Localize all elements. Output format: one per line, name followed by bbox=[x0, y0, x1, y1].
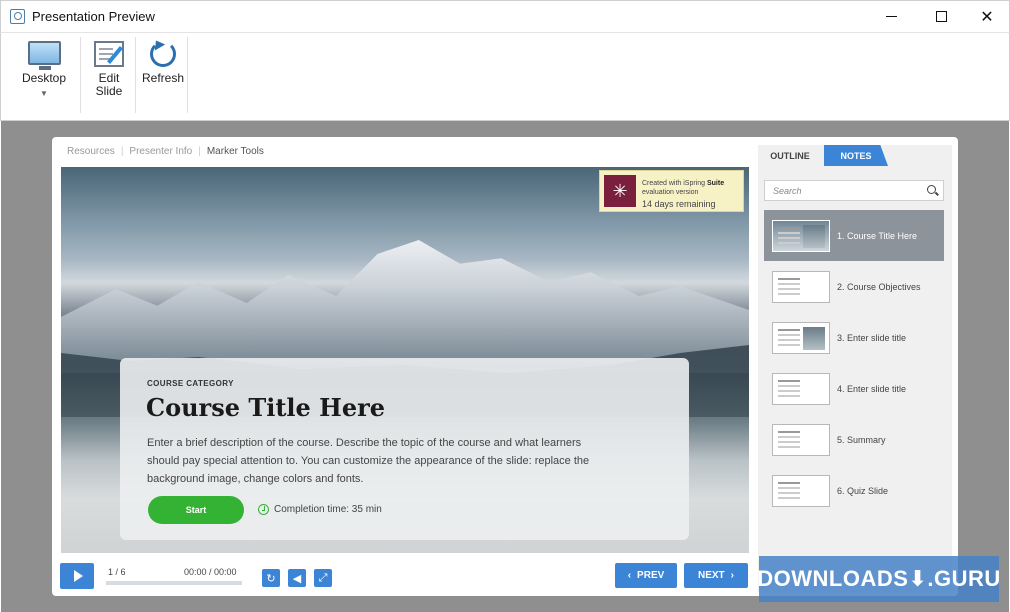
speaker-icon: ◀ bbox=[292, 572, 302, 585]
outline-item-label: 2. Course Objectives bbox=[837, 281, 921, 292]
slide-thumbnail bbox=[772, 321, 830, 354]
course-title: Course Title Here bbox=[146, 393, 386, 422]
clock-icon bbox=[258, 504, 269, 515]
next-button[interactable]: NEXT › bbox=[684, 563, 748, 588]
edit-label-2: Slide bbox=[95, 84, 123, 98]
downloads-guru-watermark: DOWNLOADS⬇.GURU bbox=[757, 556, 1000, 602]
tab-resources[interactable]: Resources bbox=[67, 146, 115, 157]
app-preview-icon bbox=[10, 9, 25, 24]
ribbon-divider bbox=[80, 37, 81, 113]
start-button[interactable]: Start bbox=[148, 496, 244, 524]
window-title: Presentation Preview bbox=[32, 9, 155, 24]
slide-counter: 1 / 6 bbox=[108, 567, 126, 577]
course-category: COURSE CATEGORY bbox=[147, 379, 234, 388]
maximize-button[interactable] bbox=[918, 1, 964, 32]
progress-bar[interactable] bbox=[106, 581, 242, 585]
refresh-icon bbox=[150, 41, 176, 67]
outline-item-label: 3. Enter slide title bbox=[837, 332, 907, 343]
search-icon[interactable] bbox=[927, 185, 936, 194]
slide-canvas: ✳ Created with iSpring Suite evaluation v… bbox=[61, 167, 749, 553]
tab-separator: | bbox=[198, 146, 201, 157]
slide-thumbnail bbox=[772, 219, 830, 252]
ispring-logo-icon: ✳ bbox=[604, 175, 636, 207]
slide-thumbnail bbox=[772, 474, 830, 507]
slide-thumbnail bbox=[772, 423, 830, 456]
maximize-icon bbox=[935, 11, 947, 22]
completion-text: Completion time: 35 min bbox=[274, 504, 382, 515]
evaluation-watermark: ✳ Created with iSpring Suite evaluation v… bbox=[599, 170, 744, 212]
replay-icon: ↻ bbox=[266, 572, 276, 585]
outline-sidebar: OUTLINE NOTES 1. Course Title Here 2. Cou… bbox=[758, 145, 952, 592]
player-top-tabs: Resources | Presenter Info | Marker Tool… bbox=[67, 146, 264, 157]
ribbon-divider bbox=[187, 37, 188, 113]
outline-item-label: 5. Summary bbox=[837, 434, 886, 445]
minimize-button[interactable] bbox=[868, 1, 914, 32]
outline-item-label: 4. Enter slide title bbox=[837, 383, 907, 394]
desktop-monitor-icon bbox=[27, 41, 61, 70]
minimize-icon bbox=[885, 16, 897, 17]
outline-item[interactable]: 3. Enter slide title bbox=[764, 312, 944, 363]
outline-item[interactable]: 4. Enter slide title bbox=[764, 363, 944, 414]
tab-outline[interactable]: OUTLINE bbox=[758, 145, 822, 166]
chevron-down-icon: ▼ bbox=[40, 89, 48, 98]
completion-time: Completion time: 35 min bbox=[258, 504, 382, 515]
replay-button[interactable]: ↻ bbox=[262, 569, 280, 587]
desktop-view-button[interactable]: Desktop ▼ bbox=[19, 37, 69, 117]
watermark-days-remaining: 14 days remaining bbox=[642, 199, 716, 209]
chevron-right-icon: › bbox=[730, 570, 734, 581]
ribbon-divider bbox=[135, 37, 136, 113]
play-icon bbox=[73, 570, 83, 582]
player-frame: Resources | Presenter Info | Marker Tool… bbox=[52, 137, 958, 596]
outline-item-label: 6. Quiz Slide bbox=[837, 485, 889, 496]
close-icon: ✕ bbox=[980, 8, 994, 26]
mountain-background bbox=[61, 240, 749, 373]
next-label: NEXT bbox=[697, 570, 725, 581]
outline-item[interactable]: 5. Summary bbox=[764, 414, 944, 465]
tab-notes[interactable]: NOTES bbox=[824, 145, 888, 166]
slide-thumbnail bbox=[772, 372, 830, 405]
course-card: COURSE CATEGORY Course Title Here Enter … bbox=[120, 358, 689, 540]
outline-list: 1. Course Title Here 2. Course Objectives… bbox=[764, 210, 944, 516]
chevron-left-icon: ‹ bbox=[627, 570, 632, 581]
ribbon-toolbar: Desktop ▼ Edit Slide Refresh bbox=[0, 32, 1010, 121]
slide-thumbnail bbox=[772, 270, 830, 303]
tab-presenter-info[interactable]: Presenter Info bbox=[129, 146, 192, 157]
volume-button[interactable]: ◀ bbox=[288, 569, 306, 587]
refresh-label: Refresh bbox=[141, 71, 185, 85]
search-input[interactable] bbox=[765, 181, 915, 201]
prev-button[interactable]: ‹ PREV bbox=[615, 563, 677, 588]
outline-item-label: 1. Course Title Here bbox=[837, 230, 918, 241]
search-box bbox=[764, 180, 944, 201]
time-readout: 00:00 / 00:00 bbox=[184, 567, 237, 577]
tab-marker-tools[interactable]: Marker Tools bbox=[207, 146, 264, 157]
outline-item[interactable]: 1. Course Title Here bbox=[764, 210, 944, 261]
outline-item[interactable]: 6. Quiz Slide bbox=[764, 465, 944, 516]
tab-separator: | bbox=[120, 146, 124, 157]
watermark-line1: Created with iSpring Suite evaluation ver… bbox=[642, 180, 725, 196]
play-button[interactable] bbox=[60, 563, 94, 589]
course-description: Enter a brief description of the course.… bbox=[147, 437, 590, 485]
edit-slide-icon bbox=[94, 41, 124, 67]
outline-item[interactable]: 2. Course Objectives bbox=[764, 261, 944, 312]
fullscreen-button[interactable]: ⤢ bbox=[314, 569, 332, 587]
edit-slide-button[interactable]: Edit Slide bbox=[89, 37, 129, 117]
desktop-label: Desktop bbox=[21, 71, 67, 85]
prev-label: PREV bbox=[637, 570, 665, 581]
expand-icon: ⤢ bbox=[318, 571, 328, 584]
title-bar: Presentation Preview ✕ bbox=[0, 0, 1010, 32]
refresh-button[interactable]: Refresh bbox=[140, 37, 186, 117]
close-button[interactable]: ✕ bbox=[964, 1, 1010, 32]
